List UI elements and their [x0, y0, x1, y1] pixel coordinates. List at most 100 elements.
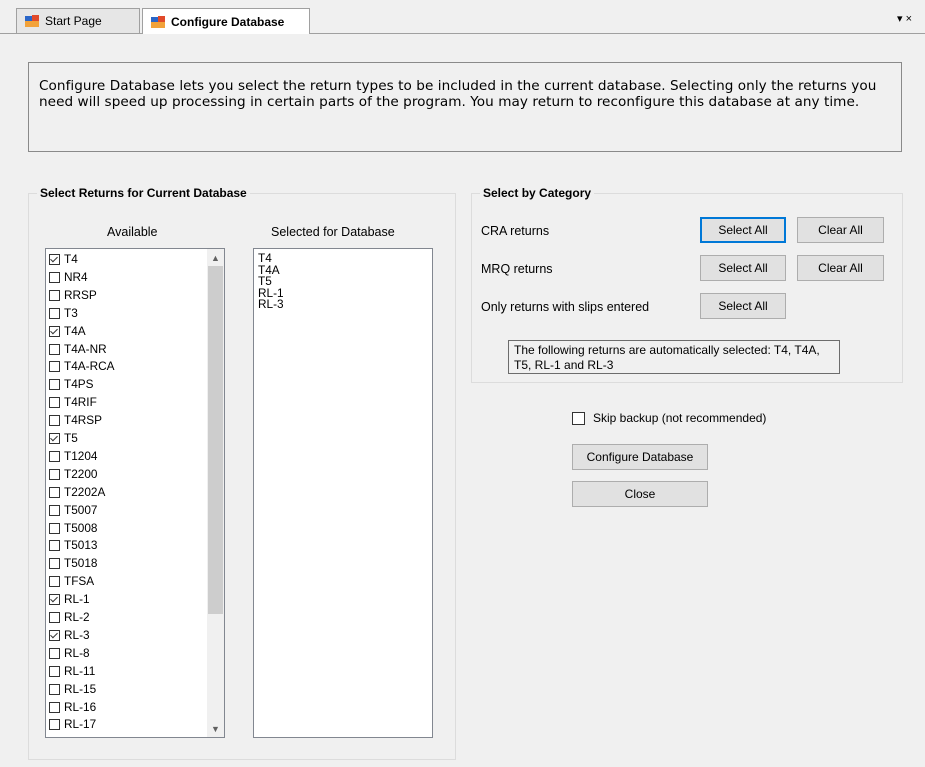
tab-start-page[interactable]: Start Page	[16, 8, 140, 33]
return-label: NR4	[64, 269, 88, 284]
available-item[interactable]: T4PS	[49, 378, 94, 391]
available-list-scrollbar[interactable]: ▲ ▼	[207, 249, 224, 737]
return-label: T4RSP	[64, 413, 103, 428]
available-item[interactable]: RL-17	[49, 718, 96, 731]
scroll-down-icon[interactable]: ▼	[207, 720, 224, 737]
available-item[interactable]: NR4	[49, 269, 88, 284]
return-checkbox[interactable]	[49, 486, 60, 498]
close-button[interactable]: Close	[572, 481, 708, 507]
return-label: T4RIF	[64, 395, 97, 410]
available-returns-list[interactable]: ▲ ▼ T4 NR4 RRSP T3 T4A T4A-NR T4A-RCA T4PS T4RIF…	[45, 248, 225, 738]
available-item[interactable]: T5007	[49, 503, 97, 517]
skip-backup-label: Skip backup (not recommended)	[593, 411, 767, 425]
return-label: TFSA	[64, 574, 95, 589]
return-checkbox[interactable]	[49, 540, 60, 552]
auto-selected-note: The following returns are automatically …	[508, 340, 840, 374]
available-item[interactable]: T4RIF	[49, 396, 97, 409]
available-item[interactable]: RL-15	[49, 681, 97, 696]
return-checkbox[interactable]	[49, 683, 60, 695]
available-item[interactable]: RL-8	[49, 645, 90, 660]
available-item[interactable]: T3	[49, 306, 78, 320]
tab-strip: Start Page Configure Database ▾ ×	[0, 0, 925, 34]
return-checkbox[interactable]	[49, 343, 60, 355]
available-item[interactable]: T5008	[49, 520, 98, 535]
return-checkbox[interactable]	[49, 558, 60, 570]
return-label: RL-8	[64, 645, 90, 660]
scroll-up-icon[interactable]: ▲	[207, 249, 224, 266]
return-checkbox[interactable]	[49, 397, 60, 409]
available-item[interactable]: RL-11	[49, 663, 96, 678]
configure-database-icon	[151, 15, 165, 28]
tab-configure-database[interactable]: Configure Database	[142, 8, 310, 34]
return-checkbox[interactable]	[49, 504, 60, 516]
return-checkbox[interactable]	[49, 415, 60, 427]
available-item[interactable]: T4RSP	[49, 414, 102, 427]
return-label: RL-15	[64, 681, 97, 696]
available-item[interactable]: RRSP	[49, 287, 97, 302]
return-label: T5008	[64, 520, 98, 535]
available-item[interactable]: T2200	[49, 467, 97, 481]
return-checkbox[interactable]	[49, 594, 60, 606]
return-checkbox[interactable]	[49, 325, 60, 337]
return-checkbox[interactable]	[49, 719, 60, 731]
return-checkbox[interactable]	[49, 576, 60, 588]
select-returns-title: Select Returns for Current Database	[37, 186, 250, 200]
mrq-select-all-button[interactable]: Select All	[700, 255, 786, 281]
return-label: RRSP	[64, 287, 97, 302]
return-label: RL-3	[64, 627, 90, 642]
return-checkbox[interactable]	[49, 647, 60, 659]
return-label: RL-1	[64, 592, 90, 607]
skip-backup-option[interactable]: Skip backup (not recommended)	[572, 411, 766, 425]
return-checkbox[interactable]	[49, 522, 60, 534]
mrq-returns-label: MRQ returns	[481, 262, 553, 276]
return-checkbox[interactable]	[49, 361, 60, 373]
return-checkbox[interactable]	[49, 468, 60, 480]
available-item[interactable]: RL-3	[49, 627, 90, 642]
tab-menu-close-icon[interactable]: ▾ ×	[897, 12, 912, 25]
tab-divider	[0, 33, 925, 34]
return-checkbox[interactable]	[49, 307, 60, 319]
scroll-thumb[interactable]	[208, 266, 223, 614]
selected-returns-list[interactable]: T4 T4A T5 RL-1 RL-3	[253, 248, 433, 738]
return-checkbox[interactable]	[49, 379, 60, 391]
return-checkbox[interactable]	[49, 665, 60, 677]
return-label: RL-2	[64, 610, 90, 624]
available-item[interactable]: T1204	[49, 449, 97, 463]
available-item[interactable]: RL-16	[49, 700, 96, 714]
return-checkbox[interactable]	[49, 254, 60, 265]
slips-select-all-button[interactable]: Select All	[700, 293, 786, 319]
available-item[interactable]: T5018	[49, 557, 97, 570]
return-checkbox[interactable]	[49, 271, 60, 283]
selected-item[interactable]: RL-3	[258, 298, 284, 310]
available-item[interactable]: RL-1	[49, 593, 90, 606]
return-label: T5018	[64, 556, 98, 571]
return-label: T4A-NR	[64, 341, 107, 356]
intro-description: Configure Database lets you select the r…	[28, 62, 902, 152]
return-checkbox[interactable]	[49, 433, 60, 444]
configure-database-button[interactable]: Configure Database	[572, 444, 708, 470]
cra-select-all-button[interactable]: Select All	[700, 217, 786, 243]
return-checkbox[interactable]	[49, 289, 60, 301]
available-item[interactable]: T4	[49, 253, 78, 266]
return-checkbox[interactable]	[49, 701, 60, 713]
available-item[interactable]: T5	[49, 432, 78, 445]
skip-backup-checkbox[interactable]	[572, 411, 585, 425]
return-checkbox[interactable]	[49, 629, 60, 641]
mrq-clear-all-button[interactable]: Clear All	[797, 255, 884, 281]
return-checkbox[interactable]	[49, 612, 60, 623]
available-item[interactable]: T5013	[49, 539, 97, 552]
tab-start-page-label: Start Page	[45, 14, 102, 28]
start-page-icon	[25, 15, 39, 27]
return-label: T5013	[64, 538, 98, 553]
cra-clear-all-button[interactable]: Clear All	[797, 217, 884, 243]
available-item[interactable]: RL-2	[49, 611, 90, 624]
available-item[interactable]: T4A-NR	[49, 341, 107, 356]
return-label: T4	[64, 252, 78, 266]
return-checkbox[interactable]	[49, 450, 60, 462]
available-item[interactable]: T4A	[49, 324, 86, 338]
tab-configure-database-label: Configure Database	[171, 14, 285, 29]
return-label: RL-11	[64, 663, 96, 678]
available-item[interactable]: TFSA	[49, 575, 94, 588]
available-item[interactable]: T4A-RCA	[49, 360, 114, 373]
available-item[interactable]: T2202A	[49, 485, 105, 499]
